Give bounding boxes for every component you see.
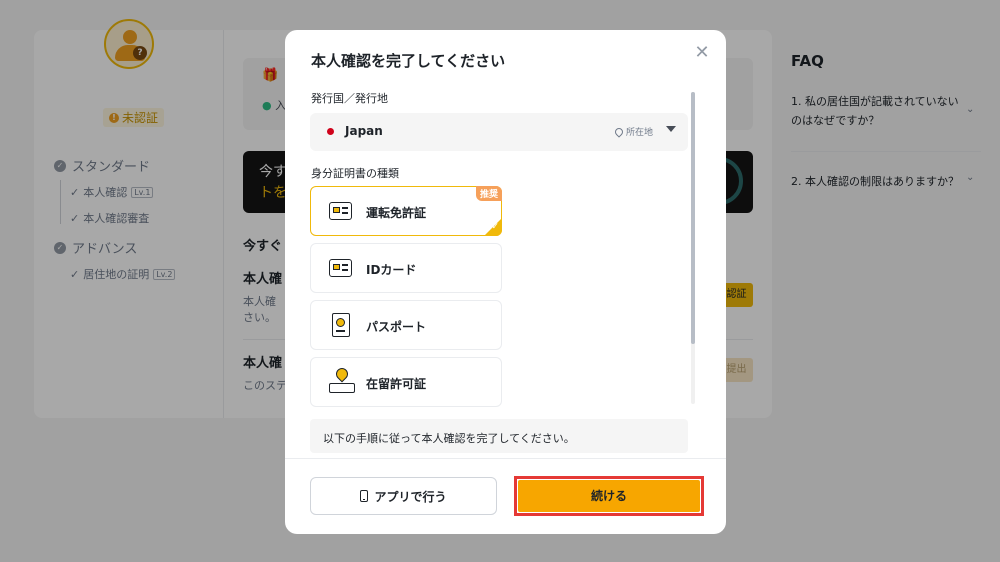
instruction-note-text: 以下の手順に従って本人確認を完了してください。 (323, 432, 575, 445)
doc-option-id-card[interactable]: IDカード (310, 243, 502, 293)
country-select[interactable]: Japan 所在地 (310, 113, 688, 151)
country-section-label: 発行国／発行地 (311, 92, 388, 105)
id-card-icon (329, 202, 352, 220)
residence-permit-icon (329, 365, 355, 396)
doc-option-label: パスポート (366, 320, 427, 334)
phone-icon (360, 490, 369, 502)
continue-button[interactable]: 続ける (518, 480, 700, 512)
use-app-button[interactable]: アプリで行う (310, 477, 497, 515)
doc-option-label: IDカード (366, 263, 417, 277)
verification-modal: 本人確認を完了してください ✕ 発行国／発行地 Japan 所在地 身分証明書の… (285, 30, 726, 534)
doc-option-drivers-license[interactable]: 運転免許証 推奨 ✓ (310, 186, 502, 236)
footer-divider (285, 458, 726, 459)
doc-option-label: 在留許可証 (366, 377, 427, 391)
close-icon[interactable]: ✕ (692, 43, 712, 63)
scrollbar-thumb[interactable] (691, 92, 695, 344)
id-card-icon (329, 259, 352, 277)
check-icon: ✓ (491, 222, 499, 232)
passport-icon (332, 313, 350, 337)
doc-option-label: 運転免許証 (366, 206, 427, 220)
caret-down-icon (666, 126, 676, 132)
location-pin-icon (613, 125, 625, 138)
location-label: 所在地 (613, 125, 654, 138)
modal-title: 本人確認を完了してください (311, 52, 506, 70)
use-app-button-label: アプリで行う (374, 489, 447, 504)
doc-type-section-label: 身分証明書の種類 (311, 167, 399, 180)
scrollbar-track[interactable] (691, 92, 695, 404)
doc-option-residence-permit[interactable]: 在留許可証 (310, 357, 502, 407)
modal-scroll-area: 発行国／発行地 Japan 所在地 身分証明書の種類 運転免許証 推奨 ✓ ID… (285, 90, 726, 457)
japan-flag-icon (327, 128, 334, 135)
country-name: Japan (345, 124, 383, 138)
doc-option-passport[interactable]: パスポート (310, 300, 502, 350)
location-label-text: 所在地 (626, 128, 654, 138)
instruction-note: 以下の手順に従って本人確認を完了してください。 (310, 419, 688, 453)
recommended-badge: 推奨 (475, 186, 502, 201)
